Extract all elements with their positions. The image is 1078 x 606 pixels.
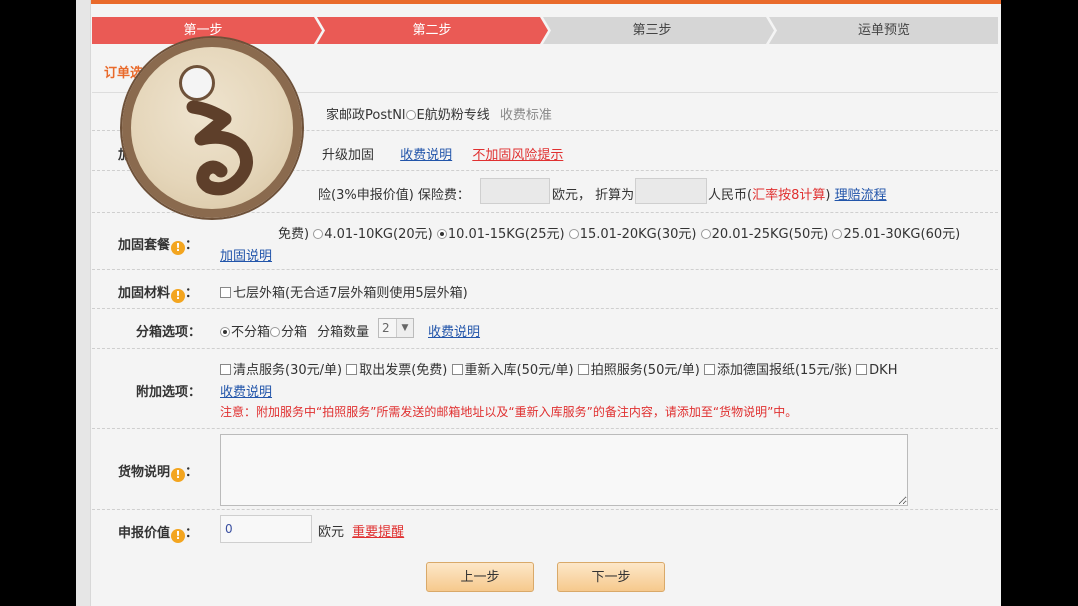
channel-fee-standard[interactable]: 收费标准 [500, 108, 552, 123]
warning-icon: ! [171, 289, 186, 303]
split-fee-link[interactable]: 收费说明 [428, 325, 480, 340]
declared-row: 欧元 重要提醒 [318, 521, 404, 540]
package-option-3[interactable]: 15.01-20KG(30元) [580, 227, 697, 242]
package-option-5[interactable]: 25.01-30KG(60元) [843, 227, 960, 242]
material-row: 七层外箱(无合适7层外箱则使用5层外箱) [220, 282, 468, 301]
extra-fee-row: 收费说明 [220, 381, 272, 400]
prev-step-button[interactable]: 上一步 [426, 562, 534, 592]
material-colon: ： [185, 286, 199, 301]
warning-icon: ! [171, 241, 186, 255]
package-note-row: 加固说明 [220, 245, 272, 264]
warning-icon: ! [171, 529, 186, 543]
divider [92, 428, 998, 429]
split-count-label: 分箱数量 [317, 325, 370, 340]
declared-unit: 欧元 [318, 525, 345, 540]
package-radio-4[interactable] [700, 229, 711, 239]
goods-desc-label: 货物说明!： [118, 461, 198, 482]
insurance-fee-input[interactable] [480, 178, 550, 204]
declared-label: 申报价值!： [118, 522, 198, 543]
package-note-link[interactable]: 加固说明 [220, 249, 272, 264]
insurance-close: ) [825, 188, 831, 203]
package-first-fragment[interactable]: 免费) [278, 227, 309, 242]
package-radio-1[interactable] [313, 229, 324, 239]
left-border [76, 0, 91, 606]
reinforce-upgrade-option[interactable]: 升级加固 [322, 148, 374, 163]
material-checkbox[interactable] [220, 287, 231, 298]
package-label: 加固套餐!： [118, 234, 198, 255]
reinforce-fee-link[interactable]: 收费说明 [400, 148, 452, 163]
channel-radio-b[interactable] [405, 110, 416, 120]
material-label: 加固材料!： [118, 282, 198, 303]
badge-digit-icon [186, 100, 253, 196]
extra-fee-link[interactable]: 收费说明 [220, 385, 272, 400]
insurance-prefix: 险(3%申报价值) 保险费： [318, 188, 470, 203]
extra-checkbox-4[interactable] [577, 364, 589, 375]
insurance-rmb-input[interactable] [635, 178, 707, 204]
extra-option-5[interactable]: 添加德国报纸(15元/张) [717, 363, 852, 378]
extra-label: 附加选项： [136, 385, 202, 400]
divider [92, 348, 998, 349]
declared-colon: ： [185, 526, 199, 541]
split-fee-row: 收费说明 [428, 321, 480, 340]
goods-desc-label-text: 货物说明 [118, 465, 171, 480]
declared-value-input[interactable]: 0 [220, 515, 312, 543]
insurance-rate-text: 汇率按8计算 [752, 188, 826, 203]
extra-option-1[interactable]: 清点服务(30元/单) [233, 363, 342, 378]
package-option-4[interactable]: 20.01-25KG(50元) [712, 227, 829, 242]
insurance-euro-text: 欧元， 折算为 [552, 188, 635, 203]
extra-options: 清点服务(30元/单) 取出发票(免费) 重新入库(50元/单) 拍照服务(50… [220, 359, 897, 378]
extra-option-6[interactable]: DKH [869, 363, 897, 378]
step-4-label: 运单预览 [857, 23, 910, 38]
extra-checkbox-5[interactable] [703, 364, 715, 375]
extra-checkbox-2[interactable] [346, 364, 358, 375]
extra-checkbox-3[interactable] [451, 364, 463, 375]
split-split-label[interactable]: 分箱 [281, 325, 307, 340]
reinforce-row: 升级加固 收费说明 不加固风险提示 [322, 144, 563, 163]
reinforce-risk-link[interactable]: 不加固风险提示 [472, 148, 563, 163]
divider [92, 269, 998, 270]
split-label: 分箱选项： [136, 325, 202, 340]
extra-checkbox-1[interactable] [220, 364, 231, 375]
extra-option-2[interactable]: 取出发票(免费) [359, 363, 447, 378]
material-option[interactable]: 七层外箱(无合适7层外箱则使用5层外箱) [233, 286, 468, 301]
split-none-label[interactable]: 不分箱 [231, 325, 270, 340]
insurance-claim-link[interactable]: 理赔流程 [835, 188, 887, 203]
extra-checkbox-6[interactable] [856, 364, 868, 375]
extra-notice: 注意：附加服务中“拍照服务”所需发送的邮箱地址以及“重新入库服务”的备注内容，请… [220, 405, 798, 419]
insurance-rmb-text: 人民币( [708, 188, 753, 203]
package-radio-2[interactable] [436, 229, 447, 239]
split-radio-split[interactable] [270, 327, 281, 337]
split-count-value: 2 [382, 321, 390, 335]
split-radio-none[interactable] [220, 327, 230, 337]
split-count-select[interactable]: 2 ▼ [378, 318, 414, 338]
package-radio-5[interactable] [832, 229, 843, 239]
package-option-2[interactable]: 10.01-15KG(25元) [448, 227, 565, 242]
package-label-text: 加固套餐 [118, 238, 171, 253]
divider [92, 308, 998, 309]
declared-important-link[interactable]: 重要提醒 [352, 525, 404, 540]
package-radio-3[interactable] [568, 229, 579, 239]
package-options: 免费) 4.01-10KG(20元) 10.01-15KG(25元) 15.01… [278, 223, 960, 242]
next-step-button[interactable]: 下一步 [557, 562, 665, 592]
declared-label-text: 申报价值 [118, 526, 171, 541]
package-option-1[interactable]: 4.01-10KG(20元) [324, 227, 432, 242]
channel-option-a[interactable]: 家邮政PostNl [326, 108, 406, 123]
number-badge-overlay [122, 38, 302, 218]
insurance-rmb-row: 人民币(汇率按8计算) 理赔流程 [708, 184, 887, 203]
goods-desc-colon: ： [185, 465, 199, 480]
material-label-text: 加固材料 [118, 286, 171, 301]
extra-option-3[interactable]: 重新入库(50元/单) [465, 363, 574, 378]
top-accent-line [76, 0, 1001, 4]
step-2-label: 第二步 [412, 23, 452, 38]
divider [92, 509, 998, 510]
extra-option-4[interactable]: 拍照服务(50元/单) [591, 363, 700, 378]
goods-desc-textarea[interactable] [220, 434, 908, 506]
channel-option-b[interactable]: E航奶粉专线 [417, 108, 490, 123]
package-colon: ： [185, 238, 199, 253]
chevron-down-icon: ▼ [396, 319, 413, 337]
warning-icon: ! [171, 468, 186, 482]
step-3-label: 第三步 [632, 23, 672, 38]
split-row: 不分箱 分箱 分箱数量 [220, 321, 369, 340]
channel-row: 家邮政PostNl E航奶粉专线 收费标准 [326, 104, 552, 123]
